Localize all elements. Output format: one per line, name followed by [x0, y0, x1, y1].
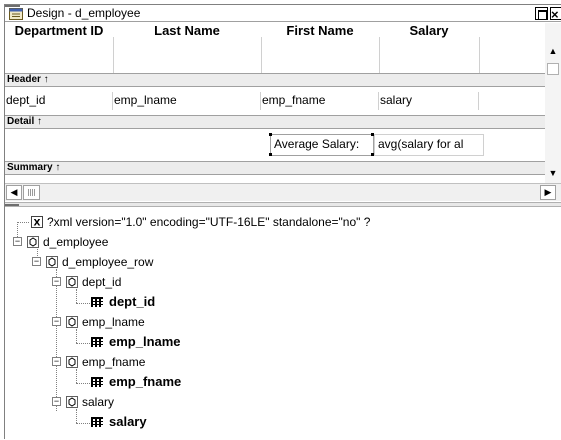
- column-header-salary[interactable]: Salary: [379, 23, 479, 38]
- close-button[interactable]: ×: [550, 7, 561, 21]
- vertical-scrollbar[interactable]: ▲ ▼: [545, 23, 561, 183]
- column-value-icon: [91, 417, 103, 427]
- column-value-label: emp_lname: [109, 334, 181, 349]
- collapse-toggle-dept-id[interactable]: −: [52, 277, 61, 286]
- xml-element-icon: [27, 236, 39, 248]
- field-salary[interactable]: salary: [379, 92, 479, 110]
- restore-button[interactable]: [535, 7, 548, 20]
- scroll-down-arrow[interactable]: ▼: [545, 165, 561, 181]
- tree-connector: [56, 269, 57, 411]
- tree-connector: [76, 343, 90, 344]
- collapse-toggle-row[interactable]: −: [32, 257, 41, 266]
- xml-element-icon: [66, 276, 78, 288]
- splitter-grip: [5, 204, 19, 206]
- field-emp-fname[interactable]: emp_fname: [261, 92, 379, 110]
- window-title: Design - d_employee: [27, 6, 141, 20]
- header-divider: [379, 37, 380, 73]
- xml-element-icon: [46, 256, 58, 268]
- collapse-toggle-emp-lname[interactable]: −: [52, 317, 61, 326]
- element-label: dept_id: [82, 275, 122, 289]
- tree-connector: [76, 329, 77, 343]
- scroll-left-arrow[interactable]: ◀: [6, 185, 22, 200]
- title-bar: Design - d_employee ×: [5, 5, 561, 22]
- xml-element-icon: [66, 396, 78, 408]
- column-value-label: emp_fname: [109, 374, 182, 389]
- collapse-toggle-salary[interactable]: −: [52, 397, 61, 406]
- datawindow-icon: [9, 8, 23, 20]
- tree-connector: [76, 423, 90, 424]
- horizontal-scroll-thumb[interactable]: [23, 185, 40, 200]
- svg-text:X: X: [34, 219, 41, 229]
- xml-declaration-icon: X: [31, 216, 43, 228]
- header-divider: [479, 37, 480, 73]
- header-band-area: Department ID Last Name First Name Salar…: [5, 23, 545, 75]
- band-header[interactable]: Header ↑: [5, 73, 545, 87]
- column-value-label: dept_id: [109, 294, 156, 309]
- tree-connector: [76, 369, 77, 383]
- xml-declaration-text: ?xml version="1.0" encoding="UTF-16LE" s…: [47, 215, 371, 229]
- element-label: salary: [82, 395, 115, 409]
- field-emp-lname[interactable]: emp_lname: [113, 92, 261, 110]
- scroll-up-arrow[interactable]: ▲: [545, 43, 561, 59]
- collapse-toggle-root[interactable]: −: [13, 237, 22, 246]
- tree-connector: [76, 409, 77, 423]
- selection-handle[interactable]: [269, 153, 272, 156]
- column-header-last-name[interactable]: Last Name: [113, 23, 261, 38]
- horizontal-scrollbar[interactable]: ◀ ▶: [5, 183, 561, 201]
- element-label: emp_fname: [82, 355, 146, 369]
- average-salary-label[interactable]: Average Salary:: [270, 134, 374, 156]
- column-value-icon: [91, 377, 103, 387]
- title-bar-edge: [5, 5, 20, 7]
- design-pane: Design - d_employee × Department ID Last…: [5, 5, 561, 202]
- column-header-department-id[interactable]: Department ID: [5, 23, 113, 38]
- xml-tree-view: X ?xml version="1.0" encoding="UTF-16LE"…: [5, 207, 561, 440]
- band-detail[interactable]: Detail ↑: [5, 115, 545, 129]
- header-divider: [261, 37, 262, 73]
- column-value-label: salary: [109, 414, 147, 429]
- xml-template-window: Design - d_employee × Department ID Last…: [4, 4, 561, 440]
- row-element-label: d_employee_row: [62, 255, 154, 269]
- tree-connector: [76, 383, 90, 384]
- selection-handle[interactable]: [269, 133, 272, 136]
- element-label: emp_lname: [82, 315, 145, 329]
- xml-element-icon: [66, 316, 78, 328]
- column-value-icon: [91, 297, 103, 307]
- vertical-scroll-thumb[interactable]: [547, 63, 559, 75]
- tree-connector: [76, 289, 77, 303]
- field-dept-id[interactable]: dept_id: [5, 92, 113, 110]
- root-element-label: d_employee: [43, 235, 109, 249]
- xml-element-icon: [66, 356, 78, 368]
- tree-connector: [17, 222, 29, 223]
- collapse-toggle-emp-fname[interactable]: −: [52, 357, 61, 366]
- tree-connector: [76, 303, 90, 304]
- header-divider: [113, 37, 114, 73]
- column-value-icon: [91, 337, 103, 347]
- scroll-right-arrow[interactable]: ▶: [540, 185, 556, 200]
- column-header-first-name[interactable]: First Name: [261, 23, 379, 38]
- band-summary[interactable]: Summary ↑: [5, 161, 545, 175]
- avg-salary-expression[interactable]: avg(salary for al: [374, 134, 484, 156]
